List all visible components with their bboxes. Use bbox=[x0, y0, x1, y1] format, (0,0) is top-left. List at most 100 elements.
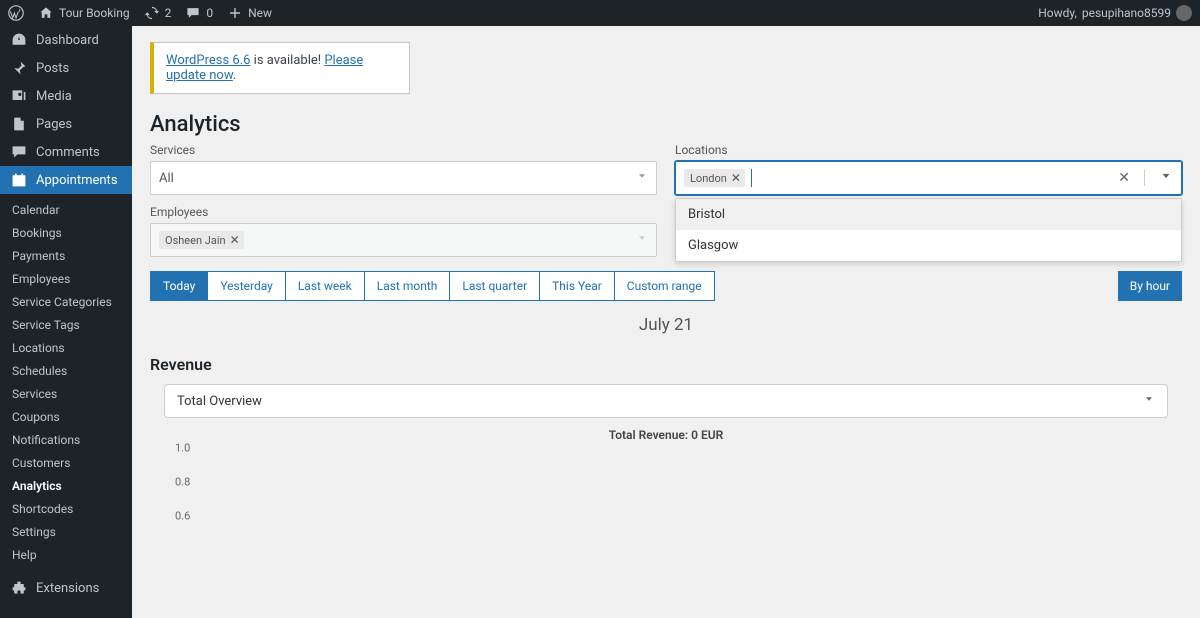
revenue-chart: Total Revenue: 0 EUR 1.0 0.8 0.6 bbox=[164, 428, 1168, 618]
extensions-icon bbox=[10, 579, 28, 597]
home-icon bbox=[38, 5, 54, 21]
services-value: All bbox=[159, 171, 174, 186]
revenue-select-value: Total Overview bbox=[177, 394, 262, 409]
location-option[interactable]: Glasgow bbox=[676, 230, 1181, 261]
location-chip-remove[interactable]: ✕ bbox=[731, 171, 741, 185]
location-chip-label: London bbox=[690, 172, 727, 185]
services-label: Services bbox=[150, 143, 657, 157]
new-label: New bbox=[248, 6, 272, 20]
clear-icon[interactable]: ✕ bbox=[1118, 170, 1130, 186]
updates-count: 2 bbox=[165, 6, 172, 20]
revenue-overview-select[interactable]: Total Overview bbox=[164, 384, 1168, 418]
range-tab-last-week[interactable]: Last week bbox=[285, 271, 365, 301]
sidebar-sub-schedules[interactable]: Schedules bbox=[0, 359, 132, 382]
sidebar-item-label: Dashboard bbox=[36, 33, 99, 48]
y-axis-tick: 1.0 bbox=[175, 442, 190, 455]
pin-icon bbox=[10, 59, 28, 77]
chevron-down-icon[interactable] bbox=[1159, 169, 1173, 187]
sidebar-sub-analytics[interactable]: Analytics bbox=[0, 474, 132, 497]
sidebar-sub-settings[interactable]: Settings bbox=[0, 520, 132, 543]
sidebar-sub-employees[interactable]: Employees bbox=[0, 267, 132, 290]
sidebar-sub-help[interactable]: Help bbox=[0, 543, 132, 566]
range-tab-last-month[interactable]: Last month bbox=[364, 271, 451, 301]
chart-title: Total Revenue: 0 EUR bbox=[164, 428, 1168, 442]
notice-text-2: . bbox=[233, 68, 236, 83]
comments-icon bbox=[10, 143, 28, 161]
avatar bbox=[1176, 5, 1192, 21]
sidebar-sub-notifications[interactable]: Notifications bbox=[0, 428, 132, 451]
comments-count: 0 bbox=[206, 6, 213, 20]
wp-logo[interactable] bbox=[8, 5, 24, 21]
sidebar-item-appointments[interactable]: Appointments bbox=[0, 166, 132, 194]
howdy-prefix: Howdy, bbox=[1038, 6, 1077, 20]
howdy-username: pesupihano8599 bbox=[1082, 6, 1171, 20]
sidebar-sub-customers[interactable]: Customers bbox=[0, 451, 132, 474]
notice-text-1: is available! bbox=[250, 53, 324, 68]
sidebar-sub-locations[interactable]: Locations bbox=[0, 336, 132, 359]
location-option[interactable]: Bristol bbox=[676, 199, 1181, 230]
sidebar-item-extensions[interactable]: Extensions bbox=[0, 574, 132, 602]
services-select[interactable]: All bbox=[150, 161, 657, 195]
range-tab-this-year[interactable]: This Year bbox=[539, 271, 615, 301]
employee-chip-remove[interactable]: ✕ bbox=[230, 233, 240, 247]
locations-label: Locations bbox=[675, 143, 1182, 157]
sidebar-item-dashboard[interactable]: Dashboard bbox=[0, 26, 132, 54]
employees-select[interactable]: Osheen Jain ✕ bbox=[150, 223, 657, 257]
sidebar-sub-service-tags[interactable]: Service Tags bbox=[0, 313, 132, 336]
range-tab-yesterday[interactable]: Yesterday bbox=[207, 271, 286, 301]
y-axis-tick: 0.6 bbox=[175, 510, 190, 523]
sidebar-item-label: Extensions bbox=[36, 581, 99, 596]
pages-icon bbox=[10, 115, 28, 133]
chevron-down-icon bbox=[636, 232, 648, 248]
y-axis-tick: 0.8 bbox=[175, 476, 190, 489]
sidebar-item-media[interactable]: Media bbox=[0, 82, 132, 110]
employee-chip-label: Osheen Jain bbox=[165, 234, 226, 247]
location-chip: London ✕ bbox=[684, 169, 745, 187]
date-heading: July 21 bbox=[150, 315, 1182, 335]
media-icon bbox=[10, 87, 28, 105]
comments-link[interactable]: 0 bbox=[185, 5, 213, 21]
wordpress-icon bbox=[8, 5, 24, 21]
range-tab-custom-range[interactable]: Custom range bbox=[614, 271, 715, 301]
sidebar-sub-service-categories[interactable]: Service Categories bbox=[0, 290, 132, 313]
employees-label: Employees bbox=[150, 205, 657, 219]
sidebar-sub-services[interactable]: Services bbox=[0, 382, 132, 405]
calendar-icon bbox=[10, 171, 28, 189]
comment-icon bbox=[185, 5, 201, 21]
wp-version-link[interactable]: WordPress 6.6 bbox=[166, 53, 250, 68]
chevron-down-icon bbox=[1143, 393, 1155, 409]
updates-icon bbox=[144, 5, 160, 21]
by-hour-button[interactable]: By hour bbox=[1118, 271, 1182, 301]
howdy-link[interactable]: Howdy, pesupihano8599 bbox=[1038, 5, 1192, 21]
sidebar-sub-shortcodes[interactable]: Shortcodes bbox=[0, 497, 132, 520]
sidebar-item-posts[interactable]: Posts bbox=[0, 54, 132, 82]
sidebar-sub-coupons[interactable]: Coupons bbox=[0, 405, 132, 428]
dashboard-icon bbox=[10, 31, 28, 49]
separator bbox=[1144, 170, 1145, 186]
locations-select[interactable]: London ✕ ✕ BristolGlasgow bbox=[675, 161, 1182, 195]
sidebar-item-pages[interactable]: Pages bbox=[0, 110, 132, 138]
sidebar-item-label: Posts bbox=[36, 61, 69, 76]
site-name-text: Tour Booking bbox=[59, 6, 130, 20]
chevron-down-icon bbox=[636, 170, 648, 186]
range-tab-today[interactable]: Today bbox=[150, 271, 208, 301]
update-notice: WordPress 6.6 is available! Please updat… bbox=[150, 42, 410, 94]
sidebar-item-label: Comments bbox=[36, 145, 100, 160]
sidebar-item-label: Appointments bbox=[36, 173, 118, 188]
sidebar-item-comments[interactable]: Comments bbox=[0, 138, 132, 166]
revenue-title: Revenue bbox=[150, 355, 1182, 374]
employee-chip: Osheen Jain ✕ bbox=[159, 231, 244, 249]
sidebar-sub-calendar[interactable]: Calendar bbox=[0, 198, 132, 221]
sidebar-sub-bookings[interactable]: Bookings bbox=[0, 221, 132, 244]
range-tab-last-quarter[interactable]: Last quarter bbox=[449, 271, 540, 301]
page-title: Analytics bbox=[150, 112, 1182, 137]
text-cursor bbox=[751, 169, 752, 187]
locations-dropdown: BristolGlasgow bbox=[675, 198, 1182, 262]
new-link[interactable]: New bbox=[227, 5, 272, 21]
plus-icon bbox=[227, 5, 243, 21]
sidebar-sub-payments[interactable]: Payments bbox=[0, 244, 132, 267]
sidebar-item-label: Pages bbox=[36, 117, 72, 132]
sidebar-item-label: Media bbox=[36, 89, 72, 104]
updates-link[interactable]: 2 bbox=[144, 5, 172, 21]
site-name-link[interactable]: Tour Booking bbox=[38, 5, 130, 21]
